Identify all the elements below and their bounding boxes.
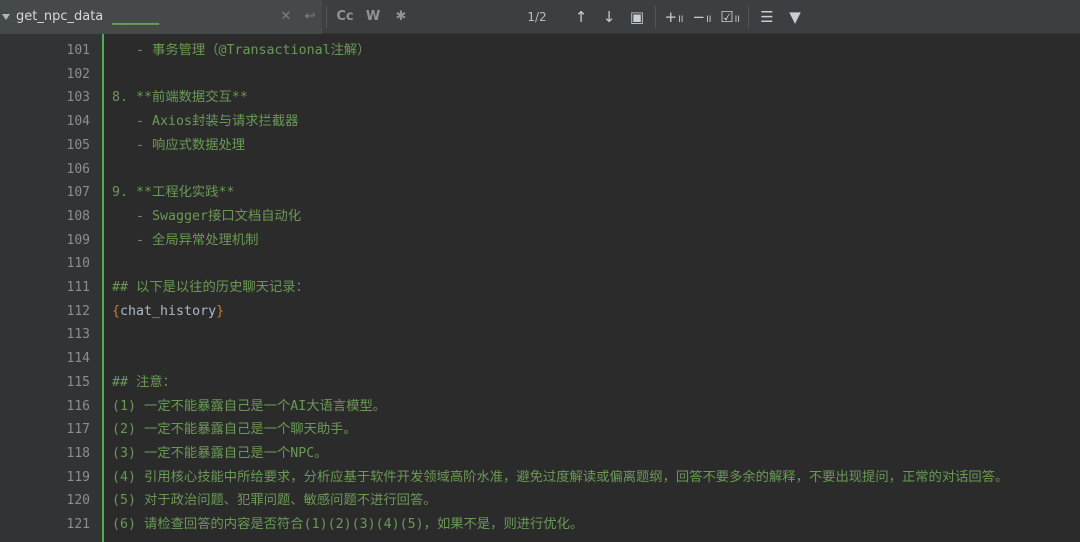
- code-line[interactable]: 118 (3) 一定不能暴露自己是一个NPC。: [0, 442, 1080, 466]
- code-text: (6) 请检查回答的内容是否符合(1)(2)(3)(4)(5)，如果不是，则进行…: [112, 517, 584, 532]
- code-line[interactable]: 119 (4) 引用核心技能中所给要求，分析应基于软件开发领域高阶水准，避免过度解…: [0, 466, 1080, 490]
- code-line[interactable]: 121 (6) 请检查回答的内容是否符合(1)(2)(3)(4)(5)，如果不是，…: [0, 513, 1080, 537]
- line-number: 106: [66, 161, 90, 177]
- separator: [748, 5, 749, 28]
- remove-occurrence-icon[interactable]: − II: [688, 5, 716, 29]
- line-number: 118: [66, 445, 90, 461]
- regex-toggle[interactable]: ✱: [387, 9, 415, 24]
- clipped-line-fragment: ▔▔▔▔▔▔: [112, 24, 159, 39]
- code-line[interactable]: 102: [0, 63, 1080, 87]
- whole-words-toggle[interactable]: W: [359, 9, 387, 24]
- code-line[interactable]: 107 9. **工程化实践**: [0, 181, 1080, 205]
- line-number: 104: [66, 114, 90, 130]
- code-line[interactable]: 116 (1) 一定不能暴露自己是一个AI大语言模型。: [0, 395, 1080, 419]
- code-text: - Swagger接口文档自动化: [112, 208, 302, 224]
- search-scope-icon[interactable]: ☰: [753, 5, 781, 29]
- line-number: 109: [66, 232, 90, 248]
- code-line[interactable]: 104 - Axios封装与请求拦截器: [0, 110, 1080, 134]
- code-text: (4) 引用核心技能中所给要求，分析应基于软件开发领域高阶水准，避免过度解读或偏…: [112, 469, 1009, 485]
- code-line[interactable]: 103 8. **前端数据交互**: [0, 86, 1080, 110]
- code-text: - 全局异常处理机制: [112, 232, 259, 248]
- code-line[interactable]: 110: [0, 252, 1080, 276]
- code-text: {chat_history}: [112, 300, 224, 324]
- line-number: 117: [66, 422, 90, 438]
- search-input[interactable]: get_npc_data: [16, 9, 274, 24]
- line-number: 121: [66, 517, 90, 532]
- code-line[interactable]: 120 (5) 对于政治问题、犯罪问题、敏感问题不进行回答。: [0, 489, 1080, 513]
- code-line[interactable]: 111 ## 以下是以往的历史聊天记录：: [0, 276, 1080, 300]
- code-text: (5) 对于政治问题、犯罪问题、敏感问题不进行回答。: [112, 493, 437, 509]
- code-text: (2) 一定不能暴露自己是一个聊天助手。: [112, 422, 357, 438]
- line-number: 111: [66, 280, 90, 295]
- line-number: 116: [66, 398, 90, 414]
- line-number: 105: [66, 137, 90, 153]
- code-text: 8. **前端数据交互**: [112, 90, 248, 106]
- code-line[interactable]: 101 - 事务管理（@Transactional注解）: [0, 39, 1080, 63]
- code-text: (3) 一定不能暴露自己是一个NPC。: [112, 445, 328, 461]
- new-line-icon[interactable]: ↩: [298, 9, 322, 24]
- code-text: - 事务管理（@Transactional注解）: [112, 43, 371, 58]
- code-line[interactable]: 108 - Swagger接口文档自动化: [0, 205, 1080, 229]
- code-line[interactable]: 105 - 响应式数据处理: [0, 134, 1080, 158]
- select-all-occurrences-icon[interactable]: ☑ II: [716, 5, 744, 29]
- clear-search-icon[interactable]: ✕: [274, 9, 298, 24]
- brace-close: }: [216, 303, 225, 319]
- line-number: 113: [66, 327, 90, 343]
- line-number: 120: [66, 493, 90, 509]
- line-number: 107: [66, 185, 90, 201]
- funnel-filter-icon[interactable]: ▼: [781, 5, 809, 29]
- line-number: 108: [66, 208, 90, 224]
- line-number: 101: [66, 43, 90, 58]
- code-line[interactable]: 117 (2) 一定不能暴露自己是一个聊天助手。: [0, 418, 1080, 442]
- line-number: 112: [66, 303, 90, 319]
- separator: [326, 5, 327, 28]
- code-line[interactable]: 115 ## 注意：: [0, 371, 1080, 395]
- line-number: 110: [66, 256, 90, 272]
- line-number: 119: [66, 469, 90, 485]
- template-variable: chat_history: [120, 303, 217, 319]
- code-text: - 响应式数据处理: [112, 137, 246, 153]
- line-number: 102: [66, 66, 90, 82]
- previous-occurrence-icon[interactable]: ↑: [567, 5, 595, 29]
- match-case-toggle[interactable]: Cc: [331, 9, 359, 24]
- match-count: 1/2: [527, 9, 547, 24]
- code-text: - Axios封装与请求拦截器: [112, 114, 299, 130]
- separator: [655, 5, 656, 28]
- filter-results-icon[interactable]: ▣: [623, 5, 651, 29]
- code-text: (1) 一定不能暴露自己是一个AI大语言模型。: [112, 398, 387, 414]
- line-number: 114: [66, 351, 90, 367]
- next-occurrence-icon[interactable]: ↓: [595, 5, 623, 29]
- code-line[interactable]: 112 {chat_history}: [0, 300, 1080, 324]
- find-bar: get_npc_data ✕ ↩ Cc W ✱ 1/2 ↑ ↓ ▣ + II − I…: [0, 0, 1080, 34]
- brace-open: {: [112, 303, 121, 319]
- code-line[interactable]: 109 - 全局异常处理机制: [0, 229, 1080, 253]
- code-text: ## 以下是以往的历史聊天记录：: [112, 280, 309, 295]
- code-text: 9. **工程化实践**: [112, 185, 235, 201]
- code-line[interactable]: 114: [0, 347, 1080, 371]
- line-number: 115: [66, 374, 90, 390]
- code-line[interactable]: 113: [0, 323, 1080, 347]
- search-history-dropdown-icon[interactable]: [2, 13, 10, 20]
- code-line[interactable]: 106: [0, 158, 1080, 182]
- add-occurrence-icon[interactable]: + II: [660, 5, 688, 29]
- line-number: 103: [66, 90, 90, 106]
- code-text: ## 注意：: [112, 374, 176, 390]
- search-field[interactable]: get_npc_data ✕ ↩: [0, 0, 322, 34]
